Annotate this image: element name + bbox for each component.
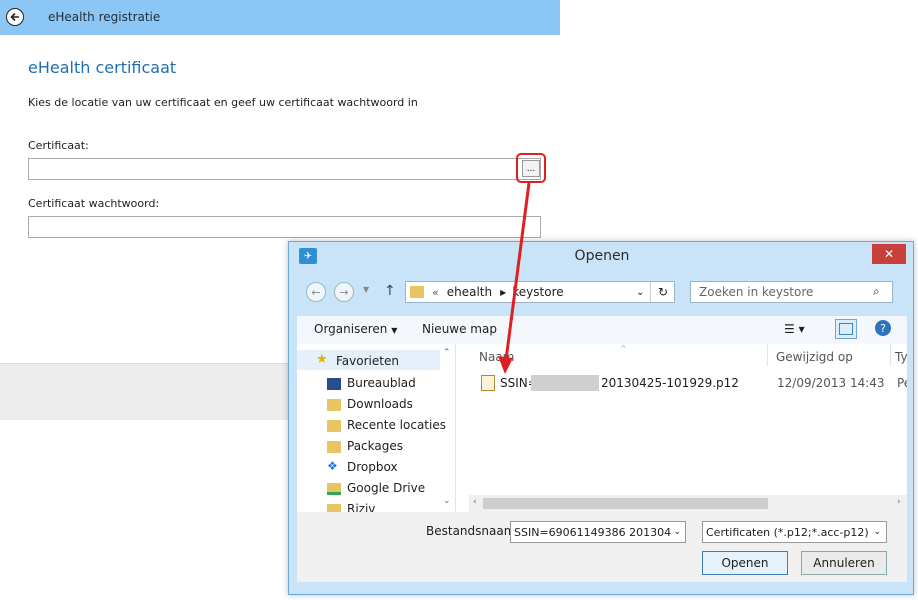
annotation-arrow xyxy=(498,182,531,374)
